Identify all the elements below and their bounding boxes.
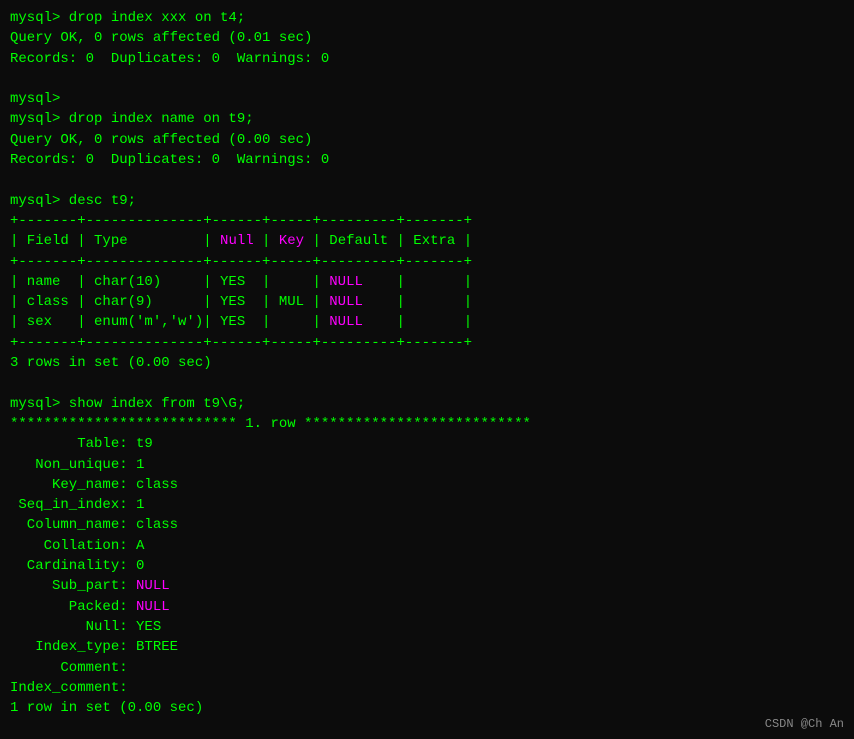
line-7: Query OK, 0 rows affected (0.00 sec) [10, 130, 844, 150]
terminal: mysql> drop index xxx on t4; Query OK, 0… [0, 0, 854, 739]
info-comment: Comment: [10, 658, 844, 678]
table-row-name: | name | char(10) | YES | | NULL | | [10, 272, 844, 292]
info-indexcomment: Index_comment: [10, 678, 844, 698]
info-subpart: Sub_part: NULL [10, 576, 844, 596]
line-9-blank [10, 170, 844, 190]
line-10: mysql> desc t9; [10, 191, 844, 211]
info-keyname: Key_name: class [10, 475, 844, 495]
line-3: Records: 0 Duplicates: 0 Warnings: 0 [10, 49, 844, 69]
info-seqinindex: Seq_in_index: 1 [10, 495, 844, 515]
table-border-top: +-------+--------------+------+-----+---… [10, 211, 844, 231]
table-border-mid: +-------+--------------+------+-----+---… [10, 252, 844, 272]
info-packed: Packed: NULL [10, 597, 844, 617]
line-6: mysql> drop index name on t9; [10, 109, 844, 129]
line-4-blank [10, 69, 844, 89]
show-index-cmd: mysql> show index from t9\G; [10, 394, 844, 414]
line-blank-2 [10, 373, 844, 393]
line-8: Records: 0 Duplicates: 0 Warnings: 0 [10, 150, 844, 170]
row-separator: *************************** 1. row *****… [10, 414, 844, 434]
table-row-sex: | sex | enum('m','w')| YES | | NULL | | [10, 312, 844, 332]
info-nonunique: Non_unique: 1 [10, 455, 844, 475]
rows-count: 3 rows in set (0.00 sec) [10, 353, 844, 373]
line-blank-3 [10, 718, 844, 738]
info-indextype: Index_type: BTREE [10, 637, 844, 657]
line-1: mysql> drop index xxx on t4; [10, 8, 844, 28]
info-columnname: Column_name: class [10, 515, 844, 535]
table-header: | Field | Type | Null | Key | Default | … [10, 231, 844, 251]
table-row-class: | class | char(9) | YES | MUL | NULL | | [10, 292, 844, 312]
info-table: Table: t9 [10, 434, 844, 454]
info-collation: Collation: A [10, 536, 844, 556]
one-row-count: 1 row in set (0.00 sec) [10, 698, 844, 718]
line-5: mysql> [10, 89, 844, 109]
info-cardinality: Cardinality: 0 [10, 556, 844, 576]
line-2: Query OK, 0 rows affected (0.01 sec) [10, 28, 844, 48]
table-border-bottom: +-------+--------------+------+-----+---… [10, 333, 844, 353]
watermark: CSDN @Ch An [765, 717, 844, 731]
info-null: Null: YES [10, 617, 844, 637]
